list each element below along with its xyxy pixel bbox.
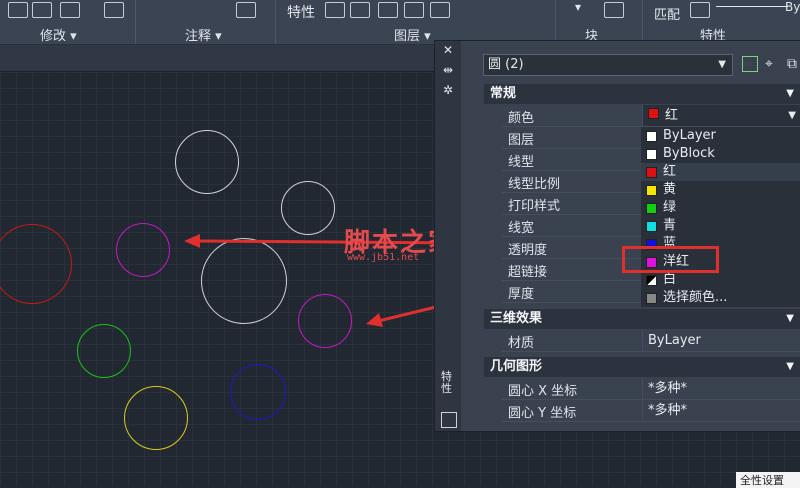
autohide-icon[interactable]: ⇹ — [441, 63, 455, 77]
layer-tool-icon[interactable] — [378, 2, 398, 18]
prop-row-center-y[interactable]: 圆心 Y 坐标 *多种* — [502, 400, 800, 422]
selection-dropdown[interactable]: 圆 (2) ▼ — [483, 54, 733, 76]
fillet-icon[interactable] — [104, 2, 124, 18]
blue-circle[interactable] — [230, 364, 286, 420]
match-properties-button[interactable]: 匹配 — [654, 4, 680, 23]
color-option-white[interactable]: 白 — [641, 271, 800, 289]
magenta-circle[interactable] — [116, 223, 170, 277]
ribbon-separator — [555, 0, 556, 44]
chevron-down-icon: ▼ — [718, 59, 726, 70]
modify-panel-title[interactable]: 修改 ▾ — [40, 25, 77, 44]
color-option-byblock[interactable]: ByBlock — [641, 145, 800, 163]
layer-properties-button[interactable]: 特性 — [287, 2, 315, 22]
chevron-down-icon[interactable]: ▼ — [788, 105, 796, 126]
layer-tool-icon[interactable] — [325, 2, 345, 18]
collapse-icon[interactable]: ▼ — [786, 357, 794, 377]
insert-icon[interactable] — [604, 2, 624, 18]
ribbon: 修改 ▾ 注释 ▾ 特性 图层 ▾ ▾ 块 匹配 By 特性 — [0, 0, 800, 45]
annotation-panel-title[interactable]: 注释 ▾ — [185, 25, 222, 44]
collapse-icon[interactable]: ▼ — [786, 309, 794, 329]
white-circle[interactable] — [201, 238, 287, 324]
layers-panel-title[interactable]: 图层 ▾ — [394, 25, 431, 44]
palette-side-strip: ✕ ⇹ ✲ 特性 — [435, 41, 461, 431]
green-circle[interactable] — [77, 324, 131, 378]
section-geometry[interactable]: 几何图形 ▼ — [484, 357, 800, 377]
watermark-url: www.jb51.net — [347, 252, 420, 263]
settings-icon[interactable]: ✲ — [441, 83, 455, 97]
color-swatch — [648, 108, 659, 119]
color-option-cyan[interactable]: 青 — [641, 217, 800, 235]
lineweight-icon[interactable] — [690, 2, 710, 18]
color-option-yellow[interactable]: 黄 — [641, 181, 800, 199]
close-icon[interactable]: ✕ — [441, 43, 455, 57]
ribbon-separator — [275, 0, 276, 44]
prop-row-material[interactable]: 材质 ByLayer — [502, 330, 800, 352]
section-3d-effects[interactable]: 三维效果 ▼ — [484, 309, 800, 329]
layer-lock-icon[interactable] — [404, 2, 424, 18]
center-y-value[interactable]: *多种* — [642, 400, 800, 421]
quick-select-icon[interactable]: ⧉ — [787, 56, 797, 72]
white-circle[interactable] — [175, 130, 239, 194]
color-option-red[interactable]: 红 — [641, 163, 800, 181]
magenta-circle[interactable] — [298, 294, 352, 348]
linetype-preview — [716, 6, 788, 7]
layer-tool-icon[interactable] — [350, 2, 370, 18]
block-dropdown-arrow[interactable]: ▾ — [575, 0, 581, 14]
palette-dock-icon[interactable] — [441, 412, 457, 428]
toggle-pickadd-icon[interactable] — [742, 56, 758, 72]
bylayer-label[interactable]: By — [785, 0, 800, 14]
white-circle[interactable] — [281, 181, 335, 235]
ribbon-separator — [642, 0, 643, 44]
prop-row-color[interactable]: 颜色 红 ▼ — [502, 105, 800, 127]
copy-icon[interactable] — [32, 2, 52, 18]
highlight-box — [622, 246, 719, 273]
palette-title-vertical: 特性 — [441, 370, 452, 395]
yellow-circle[interactable] — [124, 386, 188, 450]
select-objects-icon[interactable]: ⌖ — [765, 56, 773, 72]
color-value-field[interactable]: 红 ▼ — [642, 105, 800, 126]
move-icon[interactable] — [8, 2, 28, 18]
table-icon[interactable] — [236, 2, 256, 18]
color-option-green[interactable]: 绿 — [641, 199, 800, 217]
color-option-bylayer[interactable]: ByLayer — [641, 127, 800, 145]
layer-tool-icon[interactable] — [430, 2, 450, 18]
ribbon-separator — [135, 0, 136, 44]
section-general[interactable]: 常规 ▼ — [484, 84, 800, 104]
material-value[interactable]: ByLayer — [642, 330, 800, 351]
prop-row-center-x[interactable]: 圆心 X 坐标 *多种* — [502, 378, 800, 400]
center-x-value[interactable]: *多种* — [642, 378, 800, 399]
collapse-icon[interactable]: ▼ — [786, 84, 794, 104]
array-icon[interactable] — [60, 2, 80, 18]
color-option-select-color[interactable]: 选择颜色... — [641, 289, 800, 307]
